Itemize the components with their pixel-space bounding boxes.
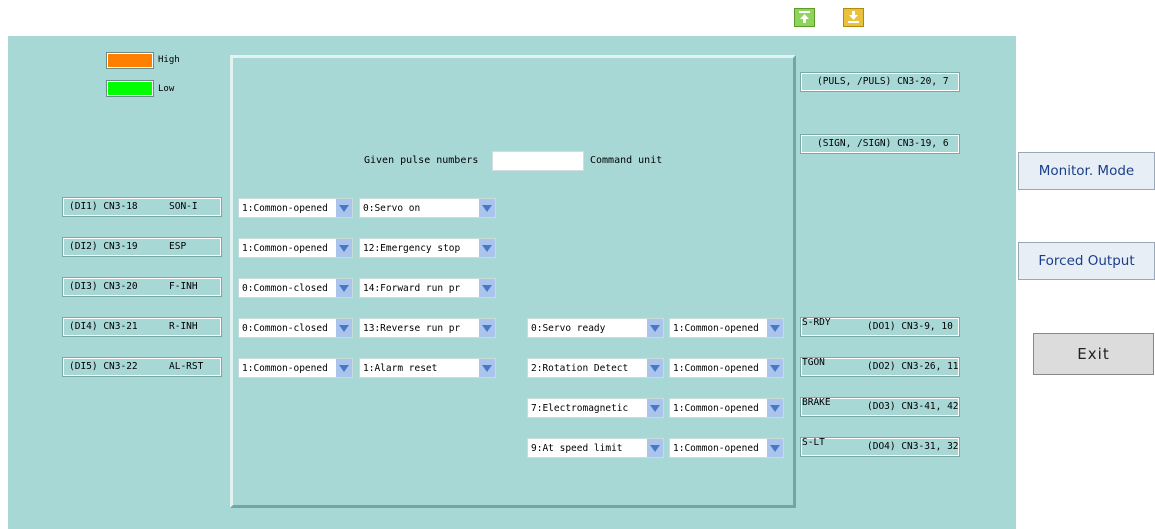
do3-logic-select[interactable]: 1:Common-opened (669, 398, 784, 418)
chevron-down-icon (336, 319, 352, 337)
do2-logic-select[interactable]: 1:Common-opened (669, 358, 784, 378)
do3-function-select[interactable]: 7:Electromagnetic (527, 398, 664, 418)
chevron-down-icon (479, 359, 495, 377)
chevron-down-icon (336, 199, 352, 217)
di2-function-select[interactable]: 12:Emergency stop (359, 238, 496, 258)
pulse-unit-label: Command unit (590, 155, 663, 166)
puls-input-indicator: (PULS, /PULS) CN3-20, 7 (800, 72, 960, 92)
chevron-down-icon (767, 399, 783, 417)
do2-function-select[interactable]: 2:Rotation Detect (527, 358, 664, 378)
di3-function-select[interactable]: 14:Forward run pr (359, 278, 496, 298)
do3-indicator: BRAKE (DO3) CN3-41, 42 (800, 397, 960, 417)
legend-low-label: Low (158, 84, 175, 94)
chevron-down-icon (767, 319, 783, 337)
sign-input-indicator: (SIGN, /SIGN) CN3-19, 6 (800, 134, 960, 154)
chevron-down-icon (479, 239, 495, 257)
di2-indicator: (DI2) CN3-19 ESP (62, 237, 222, 257)
chevron-down-icon (479, 279, 495, 297)
do1-logic-select[interactable]: 1:Common-opened (669, 318, 784, 338)
chevron-down-icon (647, 439, 663, 457)
di4-indicator: (DI4) CN3-21 R-INH (62, 317, 222, 337)
forced-output-button[interactable]: Forced Output (1018, 242, 1155, 280)
do4-logic-select[interactable]: 1:Common-opened (669, 438, 784, 458)
di5-indicator: (DI5) CN3-22 AL-RST (62, 357, 222, 377)
chevron-down-icon (479, 199, 495, 217)
di4-function-select[interactable]: 13:Reverse run pr (359, 318, 496, 338)
di1-indicator: (DI1) CN3-18 SON-I (62, 197, 222, 217)
do4-indicator: S-LT (DO4) CN3-31, 32 (800, 437, 960, 457)
upload-icon[interactable] (794, 8, 815, 27)
monitor-mode-button[interactable]: Monitor. Mode (1018, 152, 1155, 190)
chevron-down-icon (336, 359, 352, 377)
do4-function-select[interactable]: 9:At speed limit (527, 438, 664, 458)
download-icon[interactable] (843, 8, 864, 27)
chevron-down-icon (479, 319, 495, 337)
legend-low-swatch (106, 80, 154, 97)
chevron-down-icon (767, 359, 783, 377)
di2-logic-select[interactable]: 1:Common-opened (238, 238, 353, 258)
di1-function-select[interactable]: 0:Servo on (359, 198, 496, 218)
di3-indicator: (DI3) CN3-20 F-INH (62, 277, 222, 297)
di1-logic-select[interactable]: 1:Common-opened (238, 198, 353, 218)
do2-indicator: TGON (DO2) CN3-26, 11 (800, 357, 960, 377)
pulse-count-field[interactable] (492, 151, 584, 171)
legend-high-label: High (158, 55, 180, 65)
di3-logic-select[interactable]: 0:Common-closed (238, 278, 353, 298)
chevron-down-icon (647, 319, 663, 337)
chevron-down-icon (767, 439, 783, 457)
do1-indicator: S-RDY (DO1) CN3-9, 10 (800, 317, 960, 337)
di5-logic-select[interactable]: 1:Common-opened (238, 358, 353, 378)
chevron-down-icon (647, 399, 663, 417)
chevron-down-icon (336, 239, 352, 257)
chevron-down-icon (647, 359, 663, 377)
do1-function-select[interactable]: 0:Servo ready (527, 318, 664, 338)
legend-high-swatch (106, 52, 154, 69)
di5-function-select[interactable]: 1:Alarm reset (359, 358, 496, 378)
pulse-label: Given pulse numbers (364, 155, 479, 166)
di4-logic-select[interactable]: 0:Common-closed (238, 318, 353, 338)
chevron-down-icon (336, 279, 352, 297)
exit-button[interactable]: Exit (1033, 333, 1154, 375)
